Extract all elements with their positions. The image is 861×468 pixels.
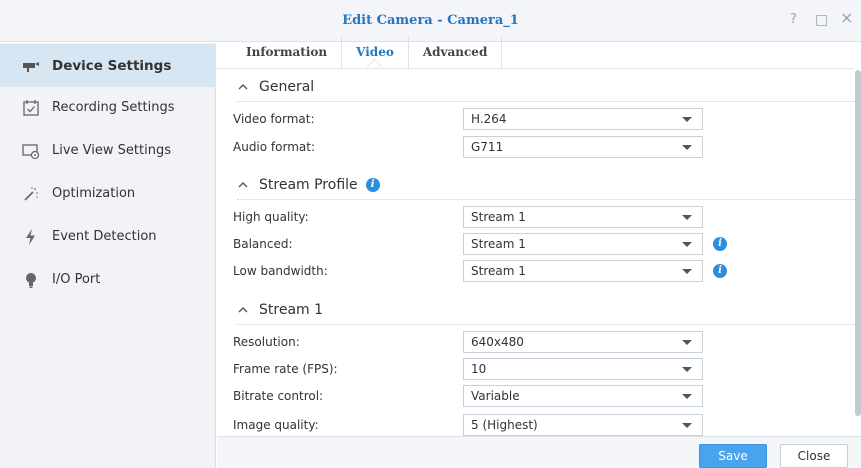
info-icon[interactable]: i bbox=[365, 177, 380, 192]
low-bandwidth-label: Low bandwidth: bbox=[233, 264, 328, 278]
tab-information[interactable]: Information bbox=[232, 36, 343, 68]
maximize-icon[interactable]: □ bbox=[815, 12, 828, 28]
calendar-check-icon bbox=[22, 99, 40, 117]
dropdown-arrow-icon bbox=[682, 423, 692, 428]
sidebar-item-label: Recording Settings bbox=[52, 100, 175, 115]
frame-rate-label: Frame rate (FPS): bbox=[233, 362, 338, 376]
high-quality-label: High quality: bbox=[233, 210, 309, 224]
camera-icon bbox=[22, 57, 40, 75]
close-icon[interactable]: × bbox=[840, 10, 853, 26]
lightbulb-icon bbox=[22, 271, 40, 289]
sidebar-item-optimization[interactable]: Optimization bbox=[0, 172, 216, 215]
audio-format-label: Audio format: bbox=[233, 140, 316, 154]
frame-rate-select[interactable]: 10 bbox=[463, 358, 703, 380]
section-title: Stream Profile bbox=[259, 176, 358, 193]
dropdown-arrow-icon bbox=[682, 117, 692, 122]
select-value: Stream 1 bbox=[471, 237, 526, 251]
dropdown-arrow-icon bbox=[682, 269, 692, 274]
low-bandwidth-select[interactable]: Stream 1 bbox=[463, 260, 703, 282]
help-icon[interactable]: ? bbox=[790, 12, 797, 28]
lightning-icon bbox=[22, 228, 40, 246]
sidebar-item-label: Device Settings bbox=[52, 57, 172, 74]
tab-advanced[interactable]: Advanced bbox=[409, 36, 503, 68]
select-value: Variable bbox=[471, 389, 520, 403]
section-stream-profile-header[interactable]: Stream Profile i bbox=[237, 170, 855, 200]
chevron-up-icon[interactable] bbox=[237, 81, 249, 93]
select-value: 5 (Highest) bbox=[471, 418, 538, 432]
bitrate-control-row: Bitrate control: Variable bbox=[233, 385, 733, 409]
sidebar-item-io-port[interactable]: I/O Port bbox=[0, 258, 216, 301]
info-icon[interactable]: i bbox=[713, 237, 727, 251]
monitor-settings-icon bbox=[22, 142, 40, 160]
sidebar-item-device-settings[interactable]: Device Settings bbox=[0, 44, 216, 87]
section-title: General bbox=[259, 78, 315, 95]
image-quality-row: Image quality: 5 (Highest) bbox=[233, 414, 733, 436]
bitrate-control-label: Bitrate control: bbox=[233, 389, 324, 403]
dropdown-arrow-icon bbox=[682, 394, 692, 399]
resolution-label: Resolution: bbox=[233, 335, 300, 349]
dropdown-arrow-icon bbox=[682, 340, 692, 345]
sidebar-item-recording-settings[interactable]: Recording Settings bbox=[0, 86, 216, 129]
tab-bar: Information Video Advanced bbox=[232, 36, 503, 68]
select-value: H.264 bbox=[471, 112, 507, 126]
window-title: Edit Camera - Camera_1 bbox=[342, 13, 519, 28]
dropdown-arrow-icon bbox=[682, 215, 692, 220]
select-value: G711 bbox=[471, 140, 504, 154]
sidebar-item-event-detection[interactable]: Event Detection bbox=[0, 215, 216, 258]
dropdown-arrow-icon bbox=[682, 242, 692, 247]
resolution-select[interactable]: 640x480 bbox=[463, 331, 703, 353]
sidebar-item-label: Event Detection bbox=[52, 229, 157, 244]
audio-format-row: Audio format: G711 bbox=[233, 136, 733, 160]
save-button[interactable]: Save bbox=[699, 444, 767, 468]
dropdown-arrow-icon bbox=[682, 145, 692, 150]
video-format-row: Video format: H.264 bbox=[233, 108, 733, 132]
balanced-row: Balanced: Stream 1 i bbox=[233, 233, 733, 257]
tab-divider bbox=[217, 68, 853, 69]
chevron-up-icon[interactable] bbox=[237, 304, 249, 316]
sidebar-item-label: Optimization bbox=[52, 186, 136, 201]
sidebar-item-label: Live View Settings bbox=[52, 143, 171, 158]
bitrate-control-select[interactable]: Variable bbox=[463, 385, 703, 407]
balanced-label: Balanced: bbox=[233, 237, 293, 251]
chevron-up-icon[interactable] bbox=[237, 179, 249, 191]
high-quality-row: High quality: Stream 1 bbox=[233, 206, 733, 230]
high-quality-select[interactable]: Stream 1 bbox=[463, 206, 703, 228]
low-bandwidth-row: Low bandwidth: Stream 1 i bbox=[233, 260, 733, 284]
frame-rate-row: Frame rate (FPS): 10 bbox=[233, 358, 733, 382]
sidebar-item-label: I/O Port bbox=[52, 272, 101, 287]
dialog-footer: Save Close bbox=[217, 436, 861, 468]
magic-wand-icon bbox=[22, 185, 40, 203]
dropdown-arrow-icon bbox=[682, 367, 692, 372]
resolution-row: Resolution: 640x480 bbox=[233, 331, 733, 355]
select-value: 10 bbox=[471, 362, 487, 376]
audio-format-select[interactable]: G711 bbox=[463, 136, 703, 158]
info-icon[interactable]: i bbox=[713, 264, 727, 278]
image-quality-label: Image quality: bbox=[233, 418, 319, 432]
video-format-select[interactable]: H.264 bbox=[463, 108, 703, 130]
sidebar-item-live-view-settings[interactable]: Live View Settings bbox=[0, 129, 216, 172]
balanced-select[interactable]: Stream 1 bbox=[463, 233, 703, 255]
sidebar: Device Settings Recording Settings Live … bbox=[0, 43, 216, 468]
select-value: 640x480 bbox=[471, 335, 524, 349]
close-button[interactable]: Close bbox=[780, 444, 848, 468]
section-general-header[interactable]: General bbox=[237, 72, 855, 102]
video-settings-panel: General Video format: H.264 Audio format… bbox=[217, 70, 855, 436]
image-quality-select[interactable]: 5 (Highest) bbox=[463, 414, 703, 436]
video-format-label: Video format: bbox=[233, 112, 315, 126]
select-value: Stream 1 bbox=[471, 210, 526, 224]
vertical-scrollbar[interactable] bbox=[855, 70, 861, 416]
select-value: Stream 1 bbox=[471, 264, 526, 278]
section-title: Stream 1 bbox=[259, 301, 324, 318]
section-stream1-header[interactable]: Stream 1 bbox=[237, 295, 855, 325]
tab-video[interactable]: Video bbox=[342, 36, 409, 68]
